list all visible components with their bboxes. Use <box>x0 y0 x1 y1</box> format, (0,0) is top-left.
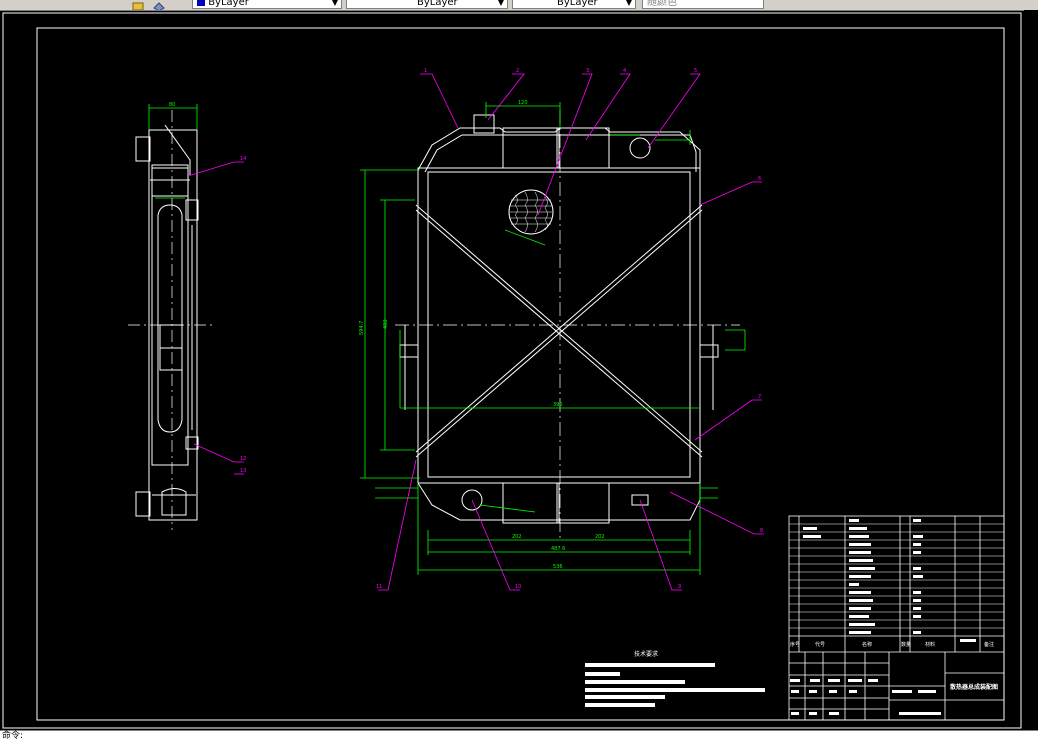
plotstyle-dropdown-value: 随颜色 <box>647 0 677 8</box>
part-number-7: 7 <box>758 394 761 400</box>
lineweight-dropdown[interactable]: ByLayer ▼ <box>512 0 636 9</box>
parts-list-rows <box>789 523 1004 629</box>
front-view <box>399 114 719 524</box>
header-col-code: 代号 <box>815 641 825 648</box>
part-number-9: 9 <box>678 584 681 590</box>
part-leaders <box>187 73 764 591</box>
part-number-3: 3 <box>586 68 589 74</box>
side-width-dim: 80 <box>169 102 175 108</box>
layer-previous-icon[interactable] <box>152 0 166 10</box>
part-number-2: 2 <box>516 68 519 74</box>
bottom-width-1-dim: 487.6 <box>551 546 565 552</box>
chevron-down-icon: ▼ <box>625 0 632 7</box>
command-prompt: 命令: <box>2 731 24 741</box>
part-number-13: 13 <box>240 468 246 474</box>
part-number-8: 8 <box>760 528 763 534</box>
color-dropdown-value: ByLayer <box>208 0 249 8</box>
part-number-4: 4 <box>623 68 626 74</box>
viewport-border <box>2 12 1022 729</box>
part-number-11: 11 <box>376 584 382 590</box>
part-number-12: 12 <box>240 456 246 462</box>
centerlines <box>395 110 740 540</box>
linetype-dropdown[interactable]: ByLayer ▼ <box>346 0 508 9</box>
side-view <box>135 124 199 521</box>
header-col-index: 序号 <box>790 641 800 648</box>
part-number-1: 1 <box>424 68 427 74</box>
drawing-canvas[interactable]: 80 594.7 480 120 390 202 202 487.6 536 1… <box>0 10 1038 730</box>
drawing-title: 散热器总成装配图 <box>950 683 998 691</box>
plotstyle-dropdown[interactable]: 随颜色 <box>642 0 764 9</box>
header-col-name: 名称 <box>862 641 872 648</box>
top-width-dim: 120 <box>518 100 528 106</box>
side-view-dimensions <box>148 104 198 199</box>
notes-lines <box>585 663 765 707</box>
half-right-dim: 202 <box>595 534 605 540</box>
part-number-14: 14 <box>240 156 246 162</box>
linetype-dropdown-value: ByLayer <box>417 0 458 8</box>
part-numbers: 1 2 3 4 5 6 7 8 9 10 11 12 13 14 <box>240 68 763 590</box>
parts-list-header: 序号 代号 名称 数量 材料 备注 <box>790 641 994 648</box>
bottom-width-2-dim: 536 <box>553 564 563 570</box>
lineweight-dropdown-value: ByLayer <box>557 0 598 8</box>
layer-state-icon[interactable] <box>132 0 146 10</box>
fin-pattern <box>510 191 552 233</box>
chevron-down-icon: ▼ <box>331 0 338 7</box>
part-number-5: 5 <box>694 68 697 74</box>
part-number-6: 6 <box>758 176 761 182</box>
header-col-qty: 数量 <box>901 641 911 648</box>
height-inner-dim: 480 <box>383 319 389 329</box>
notes-title: 技术要求 <box>634 650 658 658</box>
height-main-dim: 594.7 <box>359 321 365 335</box>
half-left-dim: 202 <box>512 534 522 540</box>
command-line[interactable]: 命令: <box>0 730 1038 741</box>
part-number-10: 10 <box>515 584 521 590</box>
header-col-remarks: 备注 <box>984 641 994 648</box>
chevron-down-icon: ▼ <box>497 0 504 7</box>
header-col-material: 材料 <box>925 641 935 648</box>
color-swatch-icon <box>197 0 205 6</box>
color-dropdown[interactable]: ByLayer ▼ <box>192 0 342 9</box>
span-dim: 390 <box>553 402 563 408</box>
